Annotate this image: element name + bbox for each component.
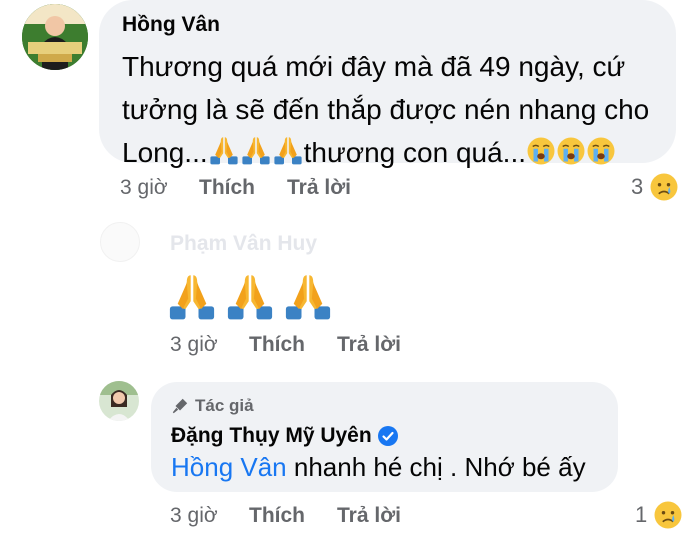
mention-link[interactable]: Hồng Vân xyxy=(171,452,287,482)
verified-badge-icon xyxy=(377,426,398,446)
comment-emojis xyxy=(166,270,334,322)
sad-face-icon xyxy=(649,172,679,202)
reaction-number: 1 xyxy=(635,502,648,527)
comment-actions: 3 giờ Thích Trả lời xyxy=(170,333,470,359)
microphone-icon xyxy=(172,398,188,414)
like-button[interactable]: Thích xyxy=(249,504,305,528)
comment-line-text: nhanh hé chị . Nhớ bé ấy xyxy=(286,452,586,482)
like-button[interactable]: Thích xyxy=(249,333,305,357)
folded-hands-icon xyxy=(272,134,304,166)
comment-author[interactable]: Phạm Vân Huy xyxy=(170,232,317,256)
crying-face-icon xyxy=(526,136,556,166)
folded-hands-icon xyxy=(240,134,272,166)
reply-button[interactable]: Trả lời xyxy=(337,504,401,528)
crying-face-icon xyxy=(586,136,616,166)
author-badge-label: Tác giả xyxy=(195,396,254,415)
reaction-number: 3 xyxy=(631,174,644,199)
crying-face-icon xyxy=(556,136,586,166)
comment-text: Hồng Vân nhanh hé chị . Nhớ bé ấy xyxy=(171,446,586,489)
reply-button[interactable]: Trả lời xyxy=(337,333,401,357)
comment-line-text: thương con quá... xyxy=(303,137,526,168)
avatar[interactable] xyxy=(22,4,88,70)
avatar-image xyxy=(99,381,139,421)
author-badge: Tác giả xyxy=(171,396,254,416)
comment-time[interactable]: 3 giờ xyxy=(120,176,168,200)
comment-line-text: Long... xyxy=(122,137,208,168)
reaction-count[interactable]: 1 xyxy=(635,500,683,530)
comment-actions: 3 giờ Thích Trả lời xyxy=(120,176,420,202)
folded-hands-icon xyxy=(166,270,218,322)
sad-face-icon xyxy=(653,500,683,530)
comment-actions: 3 giờ Thích Trả lời xyxy=(170,504,470,530)
reaction-count[interactable]: 3 xyxy=(631,172,679,202)
comment-line: tưởng là sẽ đến thắp được nén nhang cho xyxy=(122,94,650,125)
like-button[interactable]: Thích xyxy=(199,176,255,200)
folded-hands-icon xyxy=(208,134,240,166)
avatar[interactable] xyxy=(100,222,140,262)
comment-line: Long... thương con quá... xyxy=(122,131,667,174)
comment-line: Thương quá mới đây mà đã 49 ngày, cứ xyxy=(122,51,626,82)
reply-button[interactable]: Trả lời xyxy=(287,176,351,200)
comment-time[interactable]: 3 giờ xyxy=(170,504,218,528)
avatar[interactable] xyxy=(99,381,139,421)
comment-author[interactable]: Hồng Vân xyxy=(122,13,220,37)
comment-text: Thương quá mới đây mà đã 49 ngày, cứ tưở… xyxy=(122,45,667,174)
comment-author[interactable]: Đặng Thụy Mỹ Uyên xyxy=(171,424,398,448)
comment-time[interactable]: 3 giờ xyxy=(170,333,218,357)
folded-hands-icon xyxy=(224,270,276,322)
folded-hands-icon xyxy=(282,270,334,322)
avatar-image xyxy=(22,4,88,70)
comment-author-name: Đặng Thụy Mỹ Uyên xyxy=(171,424,372,447)
